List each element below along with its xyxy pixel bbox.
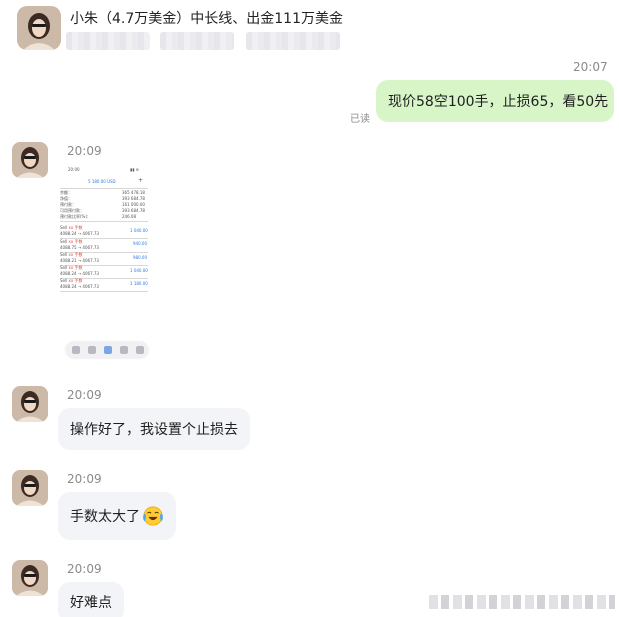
blurred-info	[66, 32, 150, 50]
order-side: Sell xx 手数	[60, 252, 83, 257]
shot-row-label: 可用预付款：	[60, 208, 84, 213]
avatar-photo-icon	[12, 470, 48, 506]
shot-row-value: 365 478.18	[122, 190, 145, 195]
shot-status-icons: ▮▮ ≋	[130, 167, 140, 172]
message-text: 好难点	[70, 595, 112, 611]
crying-laughing-emoji-icon	[143, 506, 163, 526]
nav-icon	[88, 346, 96, 354]
message-bubble-incoming[interactable]: 好难点	[58, 582, 124, 617]
shot-add-icon: +	[138, 177, 144, 184]
divider	[60, 188, 148, 189]
nav-icon	[104, 346, 112, 354]
order-side: Sell xx 手数	[60, 278, 83, 283]
avatar-photo-icon	[12, 560, 48, 596]
order-profit: 1 180.00	[130, 281, 148, 286]
divider	[60, 291, 148, 292]
message-text: 操作好了，我设置个止损去	[70, 422, 238, 438]
read-status: 已读	[350, 114, 370, 125]
nav-icon	[120, 346, 128, 354]
sender-avatar[interactable]	[12, 470, 48, 506]
message-time: 20:09	[67, 388, 102, 402]
shot-row-label: 预付款：	[60, 202, 76, 207]
sender-avatar[interactable]	[12, 560, 48, 596]
avatar-photo-icon	[12, 386, 48, 422]
shot-row-value: 161 000.00	[122, 202, 145, 207]
shot-balance: 5 180.00 USD	[88, 179, 116, 184]
message-time: 20:09	[67, 562, 102, 576]
message-text: 手数太大了	[70, 509, 140, 525]
message-time: 20:09	[67, 144, 102, 158]
chat-header: 小朱（4.7万美金）中长线、出金111万美金	[0, 0, 619, 58]
contact-name: 小朱（4.7万美金）中长线、出金111万美金	[70, 11, 343, 27]
avatar-photo-icon	[12, 142, 48, 178]
order-prices: 4088.24 → 4067.73	[60, 231, 99, 236]
divider	[60, 221, 148, 222]
order-profit: 980.00	[133, 255, 147, 260]
shot-clock: 20:00	[68, 167, 80, 172]
order-side: Sell xx 手数	[60, 225, 83, 230]
order-profit: 940.00	[133, 241, 147, 246]
trade-screenshot-image[interactable]: 20:00 ▮▮ ≋ 5 180.00 USD + 余额： 365 478.18…	[58, 162, 154, 362]
message-bubble-outgoing[interactable]: 现价58空100手，止损65，看50先	[376, 80, 614, 122]
blurred-info	[160, 32, 234, 50]
order-prices: 4088.21 → 4067.73	[60, 258, 99, 263]
nav-icon	[136, 346, 144, 354]
sender-avatar[interactable]	[12, 386, 48, 422]
order-profit: 1 040.00	[130, 228, 148, 233]
avatar-photo-icon	[17, 6, 61, 50]
order-side: Sell xx 手数	[60, 239, 83, 244]
message-time: 20:07	[573, 60, 608, 74]
shot-bottom-nav	[66, 342, 148, 358]
shot-row-value: 393 684.78	[122, 196, 145, 201]
message-text: 现价58空100手，止损65，看50先	[388, 94, 609, 110]
order-prices: 4088.75 → 4067.73	[60, 245, 99, 250]
message-bubble-incoming[interactable]: 操作好了，我设置个止损去	[58, 408, 250, 450]
shot-row-value: 246.08	[122, 214, 136, 219]
blurred-watermark	[429, 595, 615, 609]
order-profit: 1 040.00	[130, 268, 148, 273]
sender-avatar[interactable]	[12, 142, 48, 178]
contact-avatar[interactable]	[17, 6, 61, 50]
shot-row-label: 净值：	[60, 196, 72, 201]
shot-row-label: 余额：	[60, 190, 72, 195]
order-side: Sell xx 手数	[60, 265, 83, 270]
shot-row-label: 预付款比率(%)：	[60, 214, 91, 219]
order-prices: 4088.24 → 4067.73	[60, 271, 99, 276]
nav-icon	[72, 346, 80, 354]
order-prices: 4088.24 → 4067.73	[60, 284, 99, 289]
shot-row-value: 393 684.78	[122, 208, 145, 213]
message-bubble-incoming[interactable]: 手数太大了	[58, 492, 176, 540]
message-time: 20:09	[67, 472, 102, 486]
blurred-info	[246, 32, 340, 50]
